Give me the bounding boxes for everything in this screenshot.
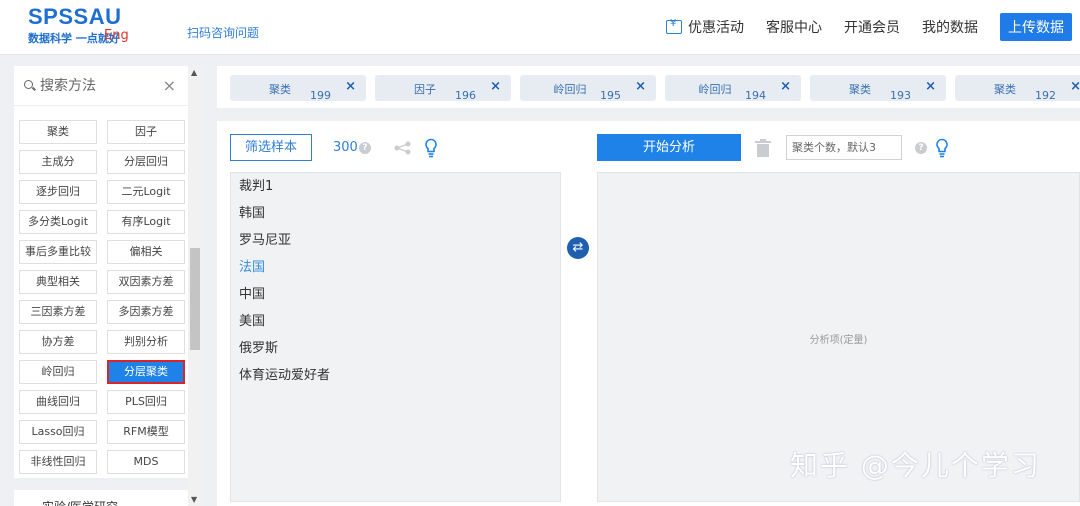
scroll-up-icon[interactable]: ▲ <box>191 68 197 77</box>
analysis-tab[interactable]: 聚类 193 × <box>810 75 946 102</box>
close-icon[interactable]: × <box>780 79 791 94</box>
method-button[interactable]: 偏相关 <box>107 240 185 264</box>
analysis-tab[interactable]: 岭回归 195 × <box>520 75 656 102</box>
nav-my-data[interactable]: 我的数据 <box>922 17 978 37</box>
close-icon[interactable]: × <box>635 79 646 94</box>
method-sidebar: × 聚类因子主成分分层回归逐步回归二元Logit 多分类Logit 有序Logit 事… <box>14 66 188 478</box>
nav-support[interactable]: 客服中心 <box>766 17 822 37</box>
sample-count: 300 <box>333 140 358 155</box>
method-button[interactable]: 逐步回归 <box>19 180 97 204</box>
language-switch[interactable]: Eng <box>104 28 129 43</box>
close-icon[interactable]: × <box>925 79 936 94</box>
method-button[interactable]: 主成分 <box>19 150 97 174</box>
variable-item[interactable]: 罗马尼亚 <box>231 227 560 254</box>
method-button[interactable]: 多因素方差 <box>107 300 185 324</box>
method-button[interactable]: MDS <box>107 450 185 474</box>
close-icon[interactable]: × <box>490 79 501 94</box>
search-input[interactable] <box>40 76 150 96</box>
analysis-tabs: 聚类 199 × 因子 196 × 岭回归 195 × 岭回归 194 × 聚类 193 × 聚类 192 × <box>217 66 1080 108</box>
variable-list[interactable]: 裁判1 韩国 罗马尼亚 法国 中国 美国 俄罗斯 体育运动爱好者 <box>230 172 561 502</box>
close-icon[interactable]: × <box>345 79 356 94</box>
method-button[interactable]: 有序Logit <box>107 210 185 234</box>
variable-item[interactable]: 美国 <box>231 308 560 335</box>
method-button[interactable]: 非线性回归 <box>19 450 97 474</box>
method-button[interactable]: 因子 <box>107 120 185 144</box>
variable-item[interactable]: 俄罗斯 <box>231 335 560 362</box>
nav-label: 优惠活动 <box>688 20 744 36</box>
top-nav: 优惠活动 客服中心 开通会员 我的数据 上传数据 <box>644 13 1072 41</box>
lightbulb-icon[interactable] <box>935 138 949 158</box>
scroll-thumb[interactable] <box>190 248 200 350</box>
nav-promotions[interactable]: 优惠活动 <box>666 17 744 37</box>
method-grid: 聚类 因子 主成分 分层回归 逐步回归 二元Logit 多分类Logit 有序Logit 事后多… <box>19 120 185 474</box>
top-header: SPSSAU 数据科学 一点就好 Eng 扫码咨询问题 优惠活动 客服中心 开通… <box>0 0 1080 55</box>
logo-text: SPSSAU <box>28 4 122 29</box>
method-button[interactable]: 多分类Logit <box>19 210 97 234</box>
method-button[interactable]: 分层聚类 <box>107 360 185 384</box>
tab-number: 192 <box>1035 89 1056 102</box>
tab-number: 193 <box>890 89 911 102</box>
method-button[interactable]: PLS回归 <box>107 390 185 414</box>
method-button[interactable]: 岭回归 <box>19 360 97 384</box>
help-icon[interactable]: ? <box>359 142 371 154</box>
method-button[interactable]: 分层回归 <box>107 150 185 174</box>
start-analysis-button[interactable]: 开始分析 <box>597 134 741 161</box>
analysis-tab[interactable]: 因子 196 × <box>375 75 511 102</box>
consult-link[interactable]: 扫码咨询问题 <box>187 24 259 41</box>
variable-item[interactable]: 体育运动爱好者 <box>231 362 560 389</box>
method-button[interactable]: 二元Logit <box>107 180 185 204</box>
analysis-tab[interactable]: 聚类 192 × <box>955 75 1080 102</box>
variable-item[interactable]: 裁判1 <box>231 173 560 200</box>
upload-data-button[interactable]: 上传数据 <box>1000 13 1072 41</box>
drop-hint: 分析项(定量) <box>809 335 868 346</box>
trash-icon[interactable] <box>754 138 772 158</box>
method-button[interactable]: 聚类 <box>19 120 97 144</box>
variable-item[interactable]: 法国 <box>231 254 560 281</box>
method-button[interactable]: 协方差 <box>19 330 97 354</box>
lightbulb-icon[interactable] <box>424 138 438 158</box>
method-button[interactable]: 事后多重比较 <box>19 240 97 264</box>
tab-number: 199 <box>310 89 331 102</box>
close-icon[interactable]: × <box>163 76 176 95</box>
method-button[interactable]: 三因素方差 <box>19 300 97 324</box>
method-button[interactable]: 双因素方差 <box>107 270 185 294</box>
share-icon[interactable] <box>394 141 412 155</box>
swap-icon[interactable]: ⇄ <box>567 237 589 259</box>
analysis-tab[interactable]: 聚类 199 × <box>230 75 366 102</box>
method-button[interactable]: 典型相关 <box>19 270 97 294</box>
coupon-icon <box>666 18 682 34</box>
analysis-tab[interactable]: 岭回归 194 × <box>665 75 801 102</box>
method-button[interactable]: 判别分析 <box>107 330 185 354</box>
cluster-count-input[interactable] <box>786 135 902 160</box>
scroll-down-icon[interactable]: ▼ <box>191 495 197 504</box>
method-button[interactable]: RFM模型 <box>107 420 185 444</box>
tab-number: 194 <box>745 89 766 102</box>
method-button[interactable]: Lasso回归 <box>19 420 97 444</box>
help-icon[interactable]: ? <box>915 142 927 154</box>
close-icon[interactable]: × <box>1070 79 1080 94</box>
variable-item[interactable]: 中国 <box>231 281 560 308</box>
tab-number: 196 <box>455 89 476 102</box>
method-button[interactable]: 曲线回归 <box>19 390 97 414</box>
filter-sample-button[interactable]: 筛选样本 <box>230 134 312 161</box>
nav-membership[interactable]: 开通会员 <box>844 17 900 37</box>
watermark: 知乎 @今儿个学习 <box>790 449 1041 482</box>
variable-item[interactable]: 韩国 <box>231 200 560 227</box>
sidebar-section-experiment[interactable]: 实验/医学研究 <box>14 490 188 506</box>
sidebar-scrollbar[interactable]: ▲ ▼ <box>188 66 202 506</box>
search-icon <box>24 80 33 89</box>
method-search: × <box>14 66 188 106</box>
tab-number: 195 <box>600 89 621 102</box>
